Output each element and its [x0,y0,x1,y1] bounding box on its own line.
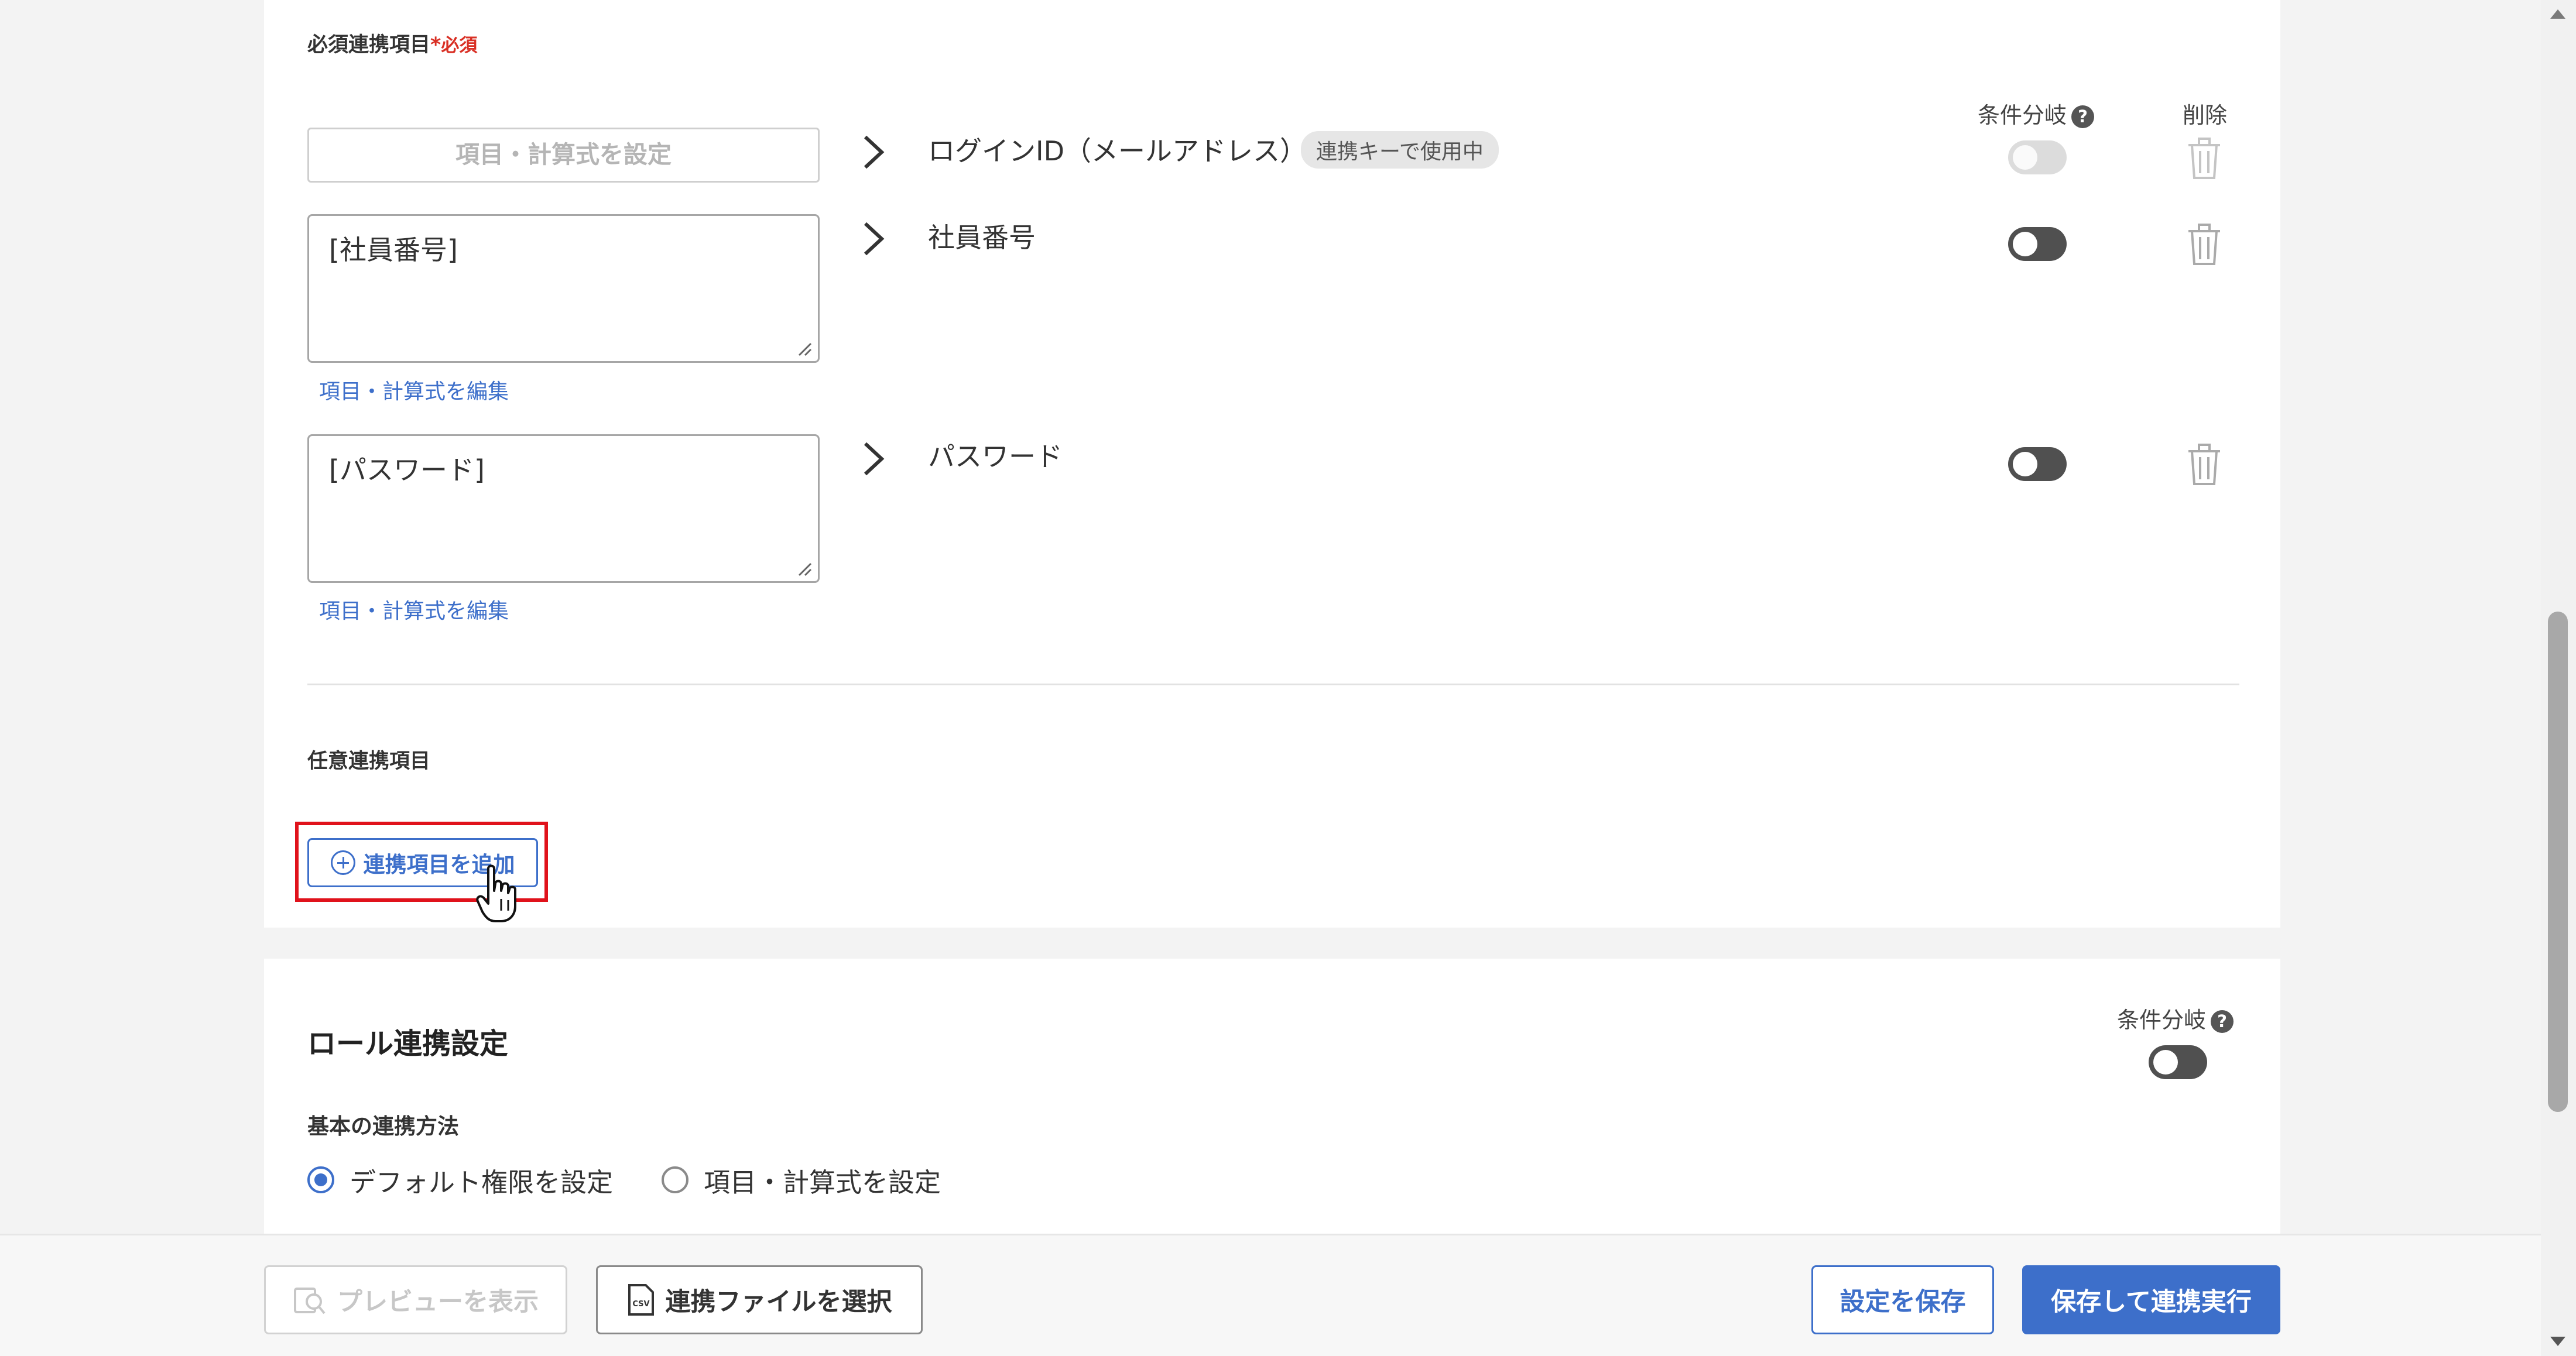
edit-expression-link[interactable]: 項目・計算式を編集 [319,594,509,624]
expression-radio[interactable] [662,1166,688,1193]
save-settings-button[interactable]: 設定を保存 [1811,1265,1994,1334]
hand-cursor-icon [476,864,516,922]
source-expression-textarea[interactable]: [社員番号] [307,214,820,363]
save-and-run-button[interactable]: 保存して連携実行 [2022,1265,2280,1334]
target-field-label: ログインID（メールアドレス） [928,135,1307,167]
role-condition-header: 条件分岐? [2117,1002,2234,1034]
trash-icon [2188,138,2220,179]
condition-toggle[interactable] [2008,447,2067,481]
chevron-right-icon [864,222,885,256]
section-divider [307,684,2239,685]
source-field-input[interactable]: 項目・計算式を設定 [307,128,820,183]
target-field-label: パスワード [928,441,1063,472]
source-expression-textarea[interactable]: [パスワード] [307,434,820,583]
trash-icon[interactable] [2186,223,2222,266]
method-label: 基本の連携方法 [307,1114,459,1139]
csv-file-icon: CSV [628,1284,654,1316]
required-section-label: 必須連携項目*必須 [307,33,478,57]
help-icon[interactable]: ? [2211,1010,2234,1033]
trash-icon[interactable] [2186,443,2222,486]
condition-toggle [2008,140,2067,174]
svg-text:CSV: CSV [632,1300,649,1309]
role-section-title: ロール連携設定 [307,1027,509,1060]
role-condition-toggle[interactable] [2149,1045,2207,1079]
chevron-right-icon [864,135,885,169]
scroll-up-arrow-icon[interactable] [2550,9,2565,19]
resize-grip-icon[interactable] [797,561,812,576]
expression-radio-label: 項目・計算式を設定 [704,1167,941,1198]
help-icon[interactable]: ? [2071,105,2095,128]
preview-search-icon [294,1288,326,1314]
key-in-use-badge: 連携キーで使用中 [1301,131,1499,169]
default-permission-radio-label: デフォルト権限を設定 [350,1167,614,1198]
resize-grip-icon[interactable] [797,341,812,356]
condition-column-header: 条件分岐? [1978,97,2095,129]
scroll-down-arrow-icon[interactable] [2550,1337,2565,1346]
condition-toggle[interactable] [2008,227,2067,261]
select-file-button[interactable]: CSV 連携ファイルを選択 [596,1265,923,1334]
chevron-right-icon [864,442,885,476]
scrollbar-thumb[interactable] [2548,612,2568,1112]
target-field-label: 社員番号 [928,222,1036,253]
optional-section-label: 任意連携項目 [307,750,431,773]
preview-button[interactable]: プレビューを表示 [264,1265,567,1334]
edit-expression-link[interactable]: 項目・計算式を編集 [319,375,509,405]
delete-column-header: 削除 [2183,102,2228,128]
default-permission-radio[interactable] [307,1166,334,1193]
